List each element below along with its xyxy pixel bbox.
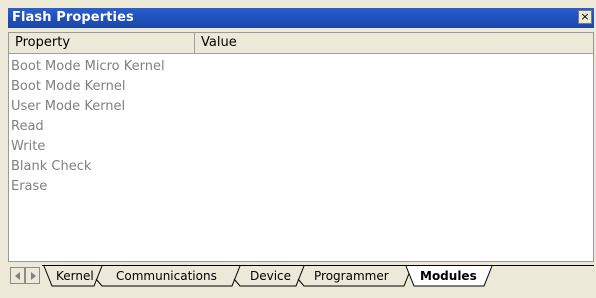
close-button[interactable]: ×: [578, 10, 592, 24]
tab-kernel[interactable]: Kernel: [56, 269, 94, 283]
tab-modules[interactable]: Modules: [420, 269, 477, 283]
list-item[interactable]: User Mode Kernel: [11, 97, 165, 117]
tab-device[interactable]: Device: [250, 269, 291, 283]
tab-programmer[interactable]: Programmer: [314, 269, 389, 283]
tab-outlines: [42, 265, 594, 287]
tab-communications[interactable]: Communications: [116, 269, 217, 283]
column-header-property[interactable]: Property: [9, 33, 195, 53]
list-item[interactable]: Boot Mode Micro Kernel: [11, 57, 165, 77]
properties-list: Property Value Boot Mode Micro Kernel Bo…: [8, 32, 594, 262]
list-item[interactable]: Boot Mode Kernel: [11, 77, 165, 97]
list-item[interactable]: Erase: [11, 177, 165, 197]
flash-properties-window: Flash Properties × Property Value Boot M…: [0, 0, 596, 298]
column-header-value[interactable]: Value: [195, 33, 593, 53]
list-item[interactable]: Read: [11, 117, 165, 137]
list-item[interactable]: Blank Check: [11, 157, 165, 177]
list-rows: Boot Mode Micro Kernel Boot Mode Kernel …: [11, 57, 165, 197]
list-item[interactable]: Write: [11, 137, 165, 157]
close-icon: ×: [580, 10, 590, 23]
sheet-tab-bar: Kernel Communications Device Programmer …: [8, 265, 594, 289]
window-title: Flash Properties: [12, 10, 134, 25]
list-header: Property Value: [9, 33, 593, 54]
title-bar[interactable]: Flash Properties ×: [8, 8, 594, 28]
